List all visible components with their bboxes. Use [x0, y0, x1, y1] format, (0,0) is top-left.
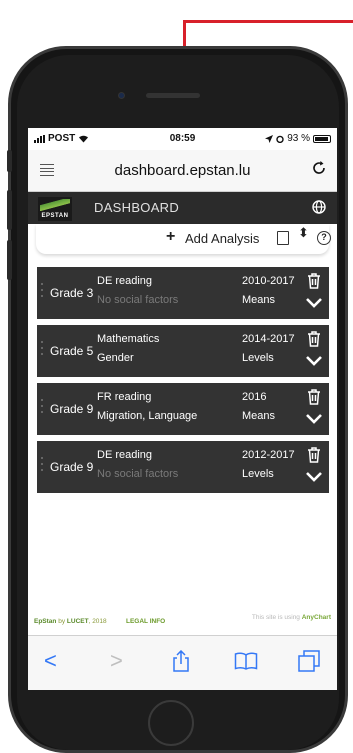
- card-years: 2016: [242, 391, 267, 403]
- trash-icon[interactable]: [307, 331, 321, 347]
- analysis-card[interactable]: Grade 9 FR reading Migration, Language 2…: [37, 383, 329, 435]
- sort-icon[interactable]: ⬍: [298, 226, 309, 239]
- card-subject: Mathematics: [97, 333, 160, 345]
- back-button[interactable]: <: [44, 648, 57, 674]
- drag-handle-icon[interactable]: [41, 283, 44, 301]
- screenshot: POST 08:59 93 % dashboard.epstan.lu EPST…: [0, 0, 353, 753]
- trash-icon[interactable]: [307, 273, 321, 289]
- card-factor: Gender: [97, 352, 134, 364]
- card-grade: Grade 9: [50, 460, 94, 474]
- footer-brand-name: EpStan: [34, 618, 57, 625]
- earpiece-speaker: [146, 93, 200, 98]
- analysis-card[interactable]: Grade 5 Mathematics Gender 2014-2017 Lev…: [37, 325, 329, 377]
- battery-icon: [313, 134, 331, 143]
- analysis-card[interactable]: Grade 9 DE reading No social factors 201…: [37, 441, 329, 493]
- trash-icon[interactable]: [307, 389, 321, 405]
- card-years: 2012-2017: [242, 449, 295, 461]
- analysis-card[interactable]: Grade 3 DE reading No social factors 201…: [37, 267, 329, 319]
- browser-url-bar[interactable]: dashboard.epstan.lu: [28, 150, 337, 192]
- front-camera: [118, 92, 125, 99]
- card-subject: FR reading: [97, 391, 152, 403]
- phone-screen: POST 08:59 93 % dashboard.epstan.lu EPST…: [28, 128, 337, 690]
- battery-percent: 93 %: [287, 133, 310, 144]
- page-title: DASHBOARD: [94, 200, 180, 215]
- logo-swoosh-icon: [40, 199, 70, 211]
- browser-toolbar: < >: [28, 635, 337, 690]
- card-measure: Means: [242, 294, 276, 306]
- home-button[interactable]: [148, 700, 194, 746]
- card-grade: Grade 3: [50, 286, 94, 300]
- drag-handle-icon[interactable]: [41, 399, 44, 417]
- anychart-link[interactable]: AnyChart: [302, 614, 331, 621]
- add-analysis-button[interactable]: Add Analysis: [185, 231, 259, 246]
- card-measure: Means: [242, 410, 276, 422]
- url-text[interactable]: dashboard.epstan.lu: [28, 162, 337, 179]
- chevron-down-icon[interactable]: [305, 297, 323, 309]
- drag-handle-icon[interactable]: [41, 341, 44, 359]
- reload-icon[interactable]: [311, 160, 327, 176]
- drag-handle-icon[interactable]: [41, 457, 44, 475]
- app-header: EPSTAN DASHBOARD: [28, 192, 337, 224]
- status-right: 93 %: [265, 133, 331, 144]
- callout-line-horizontal: [183, 20, 353, 23]
- card-measure: Levels: [242, 352, 274, 364]
- mute-switch: [7, 150, 12, 172]
- trash-icon[interactable]: [307, 447, 321, 463]
- tabs-icon[interactable]: [298, 650, 320, 672]
- location-icon: [265, 134, 274, 143]
- card-factor: Migration, Language: [97, 410, 198, 422]
- footer-anychart-prefix: This site is using: [251, 614, 300, 621]
- footer-brand: EpStan by LUCET, 2018: [34, 618, 107, 625]
- analysis-toolbar: + Add Analysis ⬍ ?: [36, 224, 331, 254]
- volume-up-button: [7, 190, 12, 230]
- footer-company-link[interactable]: LUCET: [67, 618, 89, 625]
- chevron-down-icon[interactable]: [305, 471, 323, 483]
- card-grade: Grade 9: [50, 402, 94, 416]
- footer-anychart: This site is using AnyChart: [252, 614, 331, 621]
- bookmarks-icon[interactable]: [234, 652, 258, 670]
- plus-icon[interactable]: +: [166, 228, 175, 246]
- legal-info-link[interactable]: LEGAL INFO: [126, 618, 165, 625]
- status-bar: POST 08:59 93 %: [28, 128, 337, 150]
- footer-brand-by: by: [58, 618, 66, 625]
- chevron-down-icon[interactable]: [305, 355, 323, 367]
- volume-down-button: [7, 240, 12, 280]
- card-years: 2010-2017: [242, 275, 295, 287]
- page-footer: EpStan by LUCET, 2018 LEGAL INFO This si…: [28, 612, 337, 630]
- footer-year: , 2018: [88, 618, 107, 625]
- card-measure: Levels: [242, 468, 274, 480]
- card-factor: No social factors: [97, 468, 179, 480]
- logo-text: EPSTAN: [41, 213, 69, 219]
- epstan-logo[interactable]: EPSTAN: [38, 197, 72, 221]
- share-icon[interactable]: [172, 650, 190, 672]
- chevron-down-icon[interactable]: [305, 413, 323, 425]
- card-subject: DE reading: [97, 449, 153, 461]
- callout-line-vertical: [183, 20, 186, 46]
- card-factor: No social factors: [97, 294, 179, 306]
- alarm-icon: [276, 135, 284, 143]
- globe-icon[interactable]: [311, 199, 327, 215]
- help-icon[interactable]: ?: [317, 231, 331, 245]
- card-grade: Grade 5: [50, 344, 94, 358]
- pdf-export-icon[interactable]: [277, 231, 289, 245]
- card-subject: DE reading: [97, 275, 153, 287]
- forward-button[interactable]: >: [110, 648, 123, 674]
- card-years: 2014-2017: [242, 333, 295, 345]
